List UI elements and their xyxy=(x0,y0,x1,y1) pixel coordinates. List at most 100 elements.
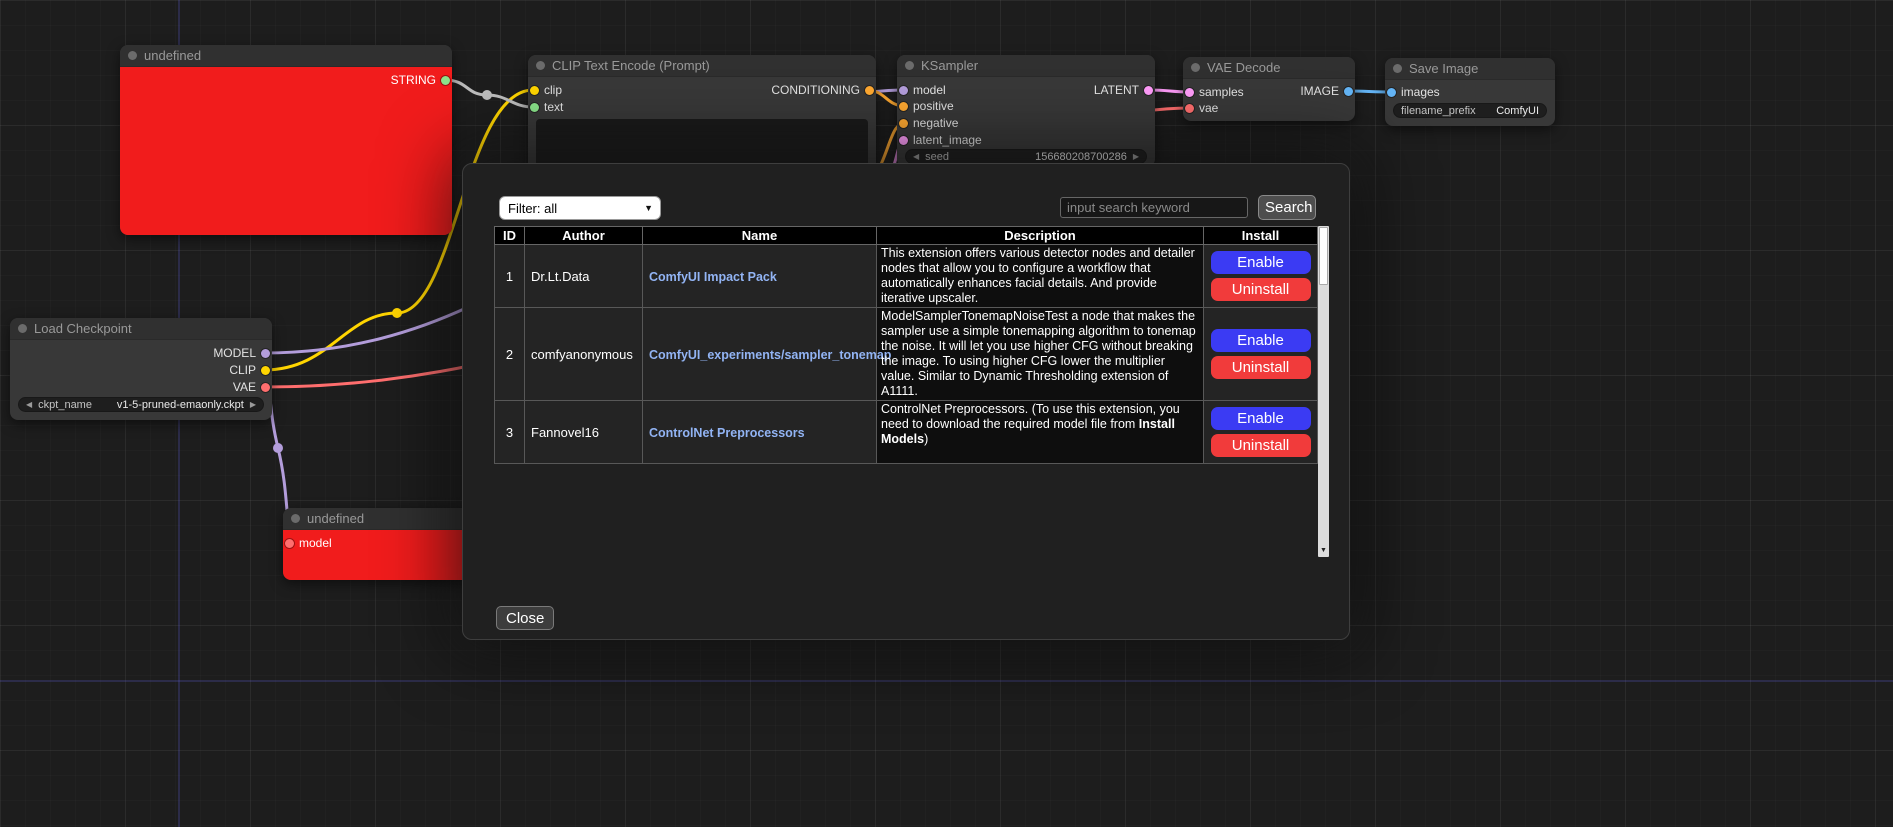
node-undefined-top[interactable]: undefined STRING xyxy=(120,45,452,235)
input-dot-model[interactable] xyxy=(285,539,294,548)
output-dot-MODEL[interactable] xyxy=(261,349,270,358)
link-midpoint-dot[interactable] xyxy=(482,90,492,100)
collapse-dot-icon[interactable] xyxy=(18,324,27,333)
output-slot-LATENT[interactable]: LATENT xyxy=(1094,83,1153,97)
output-dot-CLIP[interactable] xyxy=(261,366,270,375)
filter-select[interactable]: Filter: all xyxy=(499,196,661,220)
link-midpoint-dot[interactable] xyxy=(392,308,402,318)
prompt-text-widget[interactable] xyxy=(536,119,868,169)
input-dot-model[interactable] xyxy=(899,86,908,95)
output-dot-IMAGE[interactable] xyxy=(1344,87,1353,96)
close-button[interactable]: Close xyxy=(496,606,554,630)
output-label: MODEL xyxy=(213,346,256,360)
output-slot-VAE[interactable]: VAE xyxy=(233,380,270,394)
input-slot-images[interactable]: images xyxy=(1387,85,1440,99)
node-title-text: Load Checkpoint xyxy=(34,321,132,336)
input-dot-negative[interactable] xyxy=(899,119,908,128)
widget-seed[interactable]: ◀seed156680208700286▶ xyxy=(905,149,1147,164)
search-button[interactable]: Search xyxy=(1258,195,1316,220)
table-scrollbar[interactable]: ▼ xyxy=(1318,226,1329,557)
scroll-down-arrow-icon[interactable]: ▼ xyxy=(1318,544,1329,557)
input-slot-latent_image[interactable]: latent_image xyxy=(899,133,982,147)
output-slot-STRING[interactable]: STRING xyxy=(391,73,450,87)
node-title-bar[interactable]: Save Image xyxy=(1385,58,1555,80)
widget-right-arrow-icon[interactable]: ▶ xyxy=(250,401,256,409)
node-title-bar[interactable]: Load Checkpoint xyxy=(10,318,272,340)
output-label: CLIP xyxy=(229,363,256,377)
output-dot-VAE[interactable] xyxy=(261,383,270,392)
input-dot-images[interactable] xyxy=(1387,88,1396,97)
input-label: positive xyxy=(913,99,954,113)
uninstall-button[interactable]: Uninstall xyxy=(1211,356,1311,379)
collapse-dot-icon[interactable] xyxy=(1191,63,1200,72)
widget-left-arrow-icon[interactable]: ◀ xyxy=(26,401,32,409)
node-ksampler[interactable]: KSampler model positive negative latent_imag… xyxy=(897,55,1155,167)
input-dot-vae[interactable] xyxy=(1185,104,1194,113)
scrollbar-thumb[interactable] xyxy=(1319,227,1328,285)
extension-link[interactable]: ComfyUI_experiments/sampler_tonemap xyxy=(649,348,891,362)
node-title-text: CLIP Text Encode (Prompt) xyxy=(552,58,710,73)
node-title-bar[interactable]: CLIP Text Encode (Prompt) xyxy=(528,55,876,77)
uninstall-button[interactable]: Uninstall xyxy=(1211,434,1311,457)
extension-link[interactable]: ComfyUI Impact Pack xyxy=(649,270,777,284)
output-slot-IMAGE[interactable]: IMAGE xyxy=(1300,84,1353,98)
output-label: CONDITIONING xyxy=(771,83,860,97)
uninstall-button[interactable]: Uninstall xyxy=(1211,278,1311,301)
cell-name: ComfyUI Impact Pack xyxy=(643,245,877,308)
enable-button[interactable]: Enable xyxy=(1211,407,1311,430)
input-dot-positive[interactable] xyxy=(899,102,908,111)
widget-filename_prefix[interactable]: filename_prefixComfyUI xyxy=(1393,103,1547,118)
input-dot-samples[interactable] xyxy=(1185,88,1194,97)
extension-table: IDAuthorNameDescriptionInstall 1Dr.Lt.Da… xyxy=(494,226,1318,464)
node-load-checkpoint[interactable]: Load Checkpoint MODEL CLIP VAE ◀ckpt_namev1-… xyxy=(10,318,272,420)
widget-label: seed xyxy=(925,151,949,163)
widget-right-arrow-icon[interactable]: ▶ xyxy=(1133,153,1139,161)
input-dot-latent_image[interactable] xyxy=(899,136,908,145)
description-text: ModelSamplerTonemapNoiseTest a node that… xyxy=(881,309,1196,398)
extension-table-wrap: IDAuthorNameDescriptionInstall 1Dr.Lt.Da… xyxy=(494,226,1317,464)
node-save-image[interactable]: Save Image images filename_prefixComfyUI xyxy=(1385,58,1555,126)
input-dot-clip[interactable] xyxy=(530,86,539,95)
cell-id: 3 xyxy=(495,401,525,464)
widget-left-arrow-icon[interactable]: ◀ xyxy=(913,153,919,161)
input-slot-samples[interactable]: samples xyxy=(1185,85,1244,99)
input-slot-clip[interactable]: clip xyxy=(530,83,562,97)
input-slot-model[interactable]: model xyxy=(899,83,946,97)
collapse-dot-icon[interactable] xyxy=(128,51,137,60)
node-vae-decode[interactable]: VAE Decode samples vae IMAGE xyxy=(1183,57,1355,121)
input-slot-positive[interactable]: positive xyxy=(899,99,954,113)
output-slot-CONDITIONING[interactable]: CONDITIONING xyxy=(771,83,874,97)
extension-link[interactable]: ControlNet Preprocessors xyxy=(649,426,805,440)
node-title-text: VAE Decode xyxy=(1207,60,1280,75)
input-dot-text[interactable] xyxy=(530,103,539,112)
input-slot-text[interactable]: text xyxy=(530,100,563,114)
output-label: VAE xyxy=(233,380,256,394)
column-header-install: Install xyxy=(1204,227,1318,245)
search-input[interactable] xyxy=(1060,197,1248,218)
output-slot-CLIP[interactable]: CLIP xyxy=(229,363,270,377)
node-title-bar[interactable]: undefined xyxy=(120,45,452,67)
collapse-dot-icon[interactable] xyxy=(536,61,545,70)
collapse-dot-icon[interactable] xyxy=(905,61,914,70)
output-label: IMAGE xyxy=(1300,84,1339,98)
link-midpoint-dot[interactable] xyxy=(273,443,283,453)
enable-button[interactable]: Enable xyxy=(1211,251,1311,274)
node-title-bar[interactable]: KSampler xyxy=(897,55,1155,77)
input-slot-vae[interactable]: vae xyxy=(1185,101,1218,115)
column-header-id: ID xyxy=(495,227,525,245)
input-slot-negative[interactable]: negative xyxy=(899,116,958,130)
output-dot-CONDITIONING[interactable] xyxy=(865,86,874,95)
widget-ckpt_name[interactable]: ◀ckpt_namev1-5-pruned-emaonly.ckpt▶ xyxy=(18,397,264,412)
collapse-dot-icon[interactable] xyxy=(291,514,300,523)
output-dot-LATENT[interactable] xyxy=(1144,86,1153,95)
input-slot-model[interactable]: model xyxy=(285,536,332,550)
node-title-bar[interactable]: VAE Decode xyxy=(1183,57,1355,79)
input-label: text xyxy=(544,100,563,114)
enable-button[interactable]: Enable xyxy=(1211,329,1311,352)
node-clip-text-encode[interactable]: CLIP Text Encode (Prompt) clip text CONDITI… xyxy=(528,55,876,175)
output-slot-MODEL[interactable]: MODEL xyxy=(213,346,270,360)
widget-label: filename_prefix xyxy=(1401,105,1476,117)
output-dot-STRING[interactable] xyxy=(441,76,450,85)
collapse-dot-icon[interactable] xyxy=(1393,64,1402,73)
cell-author: Dr.Lt.Data xyxy=(525,245,643,308)
